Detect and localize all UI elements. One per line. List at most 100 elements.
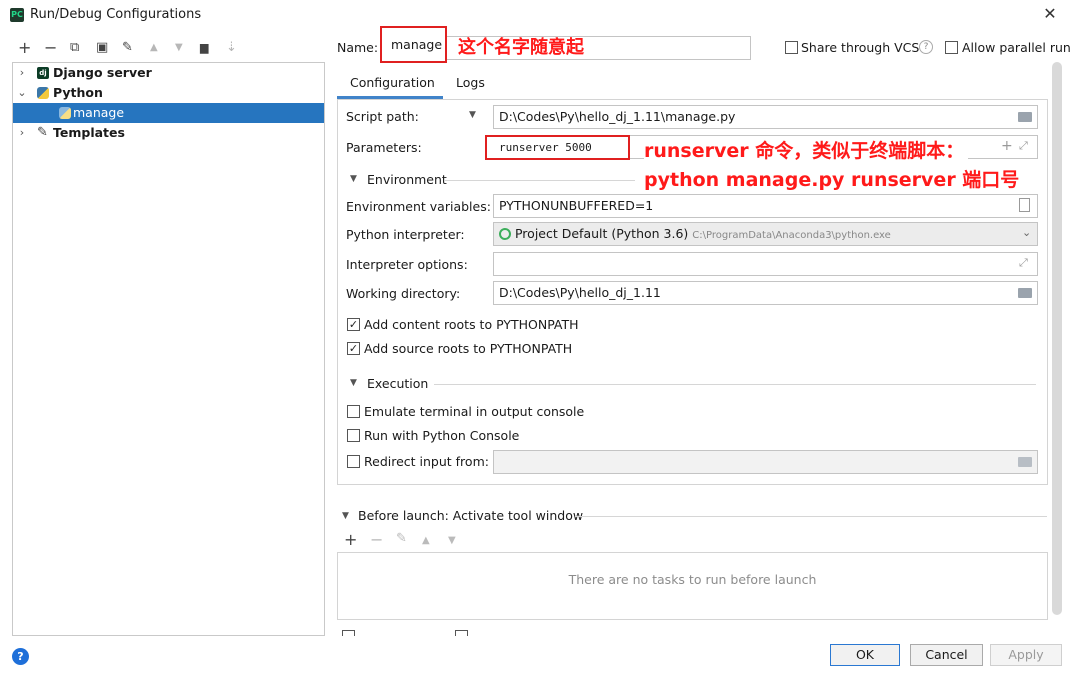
- source-roots-label: Add source roots to PYTHONPATH: [364, 341, 573, 356]
- collapse-before-launch-icon[interactable]: ▼: [342, 511, 349, 521]
- window-title: Run/Debug Configurations: [30, 7, 202, 22]
- interpreter-value: Project Default (Python 3.6): [514, 226, 689, 241]
- content-roots-checkbox[interactable]: ✓: [347, 318, 360, 331]
- help-icon[interactable]: ?: [919, 40, 933, 54]
- collapse-execution-icon[interactable]: ▼: [350, 378, 357, 388]
- python-file-icon: [59, 107, 71, 119]
- tab-logs[interactable]: Logs: [456, 75, 485, 90]
- python-interpreter-label: Python interpreter:: [346, 227, 465, 242]
- browse-folder-icon: [1018, 457, 1032, 467]
- parameters-label: Parameters:: [346, 140, 422, 155]
- scrollbar-thumb[interactable]: [1052, 62, 1062, 615]
- allow-parallel-checkbox[interactable]: [945, 41, 958, 54]
- new-folder-icon[interactable]: ▆: [200, 38, 208, 58]
- interpreter-options-label: Interpreter options:: [346, 257, 468, 272]
- tree-item-label: Django server: [53, 65, 152, 80]
- tab-configuration[interactable]: Configuration: [350, 75, 435, 90]
- tree-item-django-server[interactable]: › dj Django server: [13, 63, 324, 83]
- collapse-environment-icon[interactable]: ▼: [350, 174, 357, 184]
- redirect-input-checkbox[interactable]: [347, 455, 360, 468]
- tree-item-manage[interactable]: manage: [13, 103, 324, 123]
- parameters-annotation-line1: runserver 命令，类似于终端脚本：: [644, 136, 969, 163]
- tree-item-templates[interactable]: › ✎ Templates: [13, 123, 324, 143]
- remove-task-icon[interactable]: −: [370, 530, 383, 549]
- content-roots-label: Add content roots to PYTHONPATH: [364, 317, 579, 332]
- help-circle-icon[interactable]: ?: [12, 648, 29, 665]
- sort-icon[interactable]: ⇣: [226, 38, 237, 58]
- add-task-icon[interactable]: +: [344, 530, 357, 549]
- before-launch-title: Before launch: Activate tool window: [358, 508, 584, 523]
- copy-configuration-icon[interactable]: ⧉: [70, 38, 79, 58]
- name-label: Name:: [337, 40, 379, 55]
- script-path-label: Script path:: [346, 109, 419, 124]
- tree-item-label: Python: [53, 85, 103, 100]
- share-vcs-label: Share through VCS: [801, 40, 920, 55]
- env-vars-input[interactable]: PYTHONUNBUFFERED=1: [493, 194, 1038, 218]
- save-configuration-icon[interactable]: ▣: [96, 38, 108, 58]
- redirect-input-field: [493, 450, 1038, 474]
- script-path-input[interactable]: D:\Codes\Py\hello_dj_1.11\manage.py: [493, 105, 1038, 129]
- allow-parallel-label: Allow parallel run: [962, 40, 1071, 55]
- emulate-terminal-checkbox[interactable]: [347, 405, 360, 418]
- tree-item-python[interactable]: ⌄ Python: [13, 83, 324, 103]
- parameters-value: runserver 5000: [499, 141, 592, 154]
- expand-arrows-icon[interactable]: ⤢: [1019, 256, 1028, 270]
- chevron-right-icon[interactable]: ›: [16, 63, 28, 83]
- pycharm-logo-icon: PC: [10, 8, 24, 22]
- browse-folder-icon[interactable]: [1018, 112, 1032, 122]
- remove-configuration-icon[interactable]: −: [44, 38, 57, 58]
- ok-button[interactable]: OK: [830, 644, 900, 666]
- name-highlight-box: manage: [380, 26, 447, 63]
- parameters-highlight-box: runserver 5000: [485, 135, 630, 160]
- environment-section-title: Environment: [367, 172, 447, 187]
- working-directory-input[interactable]: D:\Codes\Py\hello_dj_1.11: [493, 281, 1038, 305]
- python-icon: [37, 87, 49, 99]
- wrench-icon: ✎: [37, 125, 48, 140]
- edit-task-icon[interactable]: ✎: [396, 531, 407, 546]
- env-vars-label: Environment variables:: [346, 199, 491, 214]
- env-vars-value: PYTHONUNBUFFERED=1: [499, 198, 654, 213]
- script-path-value: D:\Codes\Py\hello_dj_1.11\manage.py: [499, 109, 736, 124]
- interpreter-status-icon: [499, 228, 511, 240]
- working-directory-value: D:\Codes\Py\hello_dj_1.11: [499, 285, 661, 300]
- execution-separator: [434, 384, 1036, 385]
- execution-section-title: Execution: [367, 376, 429, 391]
- before-launch-empty-text: There are no tasks to run before launch: [568, 572, 817, 587]
- working-directory-label: Working directory:: [346, 286, 461, 301]
- script-dropdown-icon[interactable]: ▼: [469, 110, 476, 120]
- source-roots-checkbox[interactable]: ✓: [347, 342, 360, 355]
- cancel-button[interactable]: Cancel: [910, 644, 983, 666]
- move-task-up-icon[interactable]: ▲: [422, 535, 430, 546]
- expand-arrows-icon[interactable]: ⤢: [1019, 139, 1028, 153]
- interpreter-options-input[interactable]: [493, 252, 1038, 276]
- move-down-icon[interactable]: ▼: [175, 38, 183, 58]
- configuration-tree[interactable]: › dj Django server ⌄ Python manage › ✎ T…: [12, 62, 325, 636]
- python-console-checkbox[interactable]: [347, 429, 360, 442]
- python-interpreter-select[interactable]: Project Default (Python 3.6) C:\ProgramD…: [493, 222, 1038, 246]
- edit-env-vars-icon[interactable]: [1019, 198, 1030, 212]
- apply-button[interactable]: Apply: [990, 644, 1062, 666]
- move-up-icon[interactable]: ▲: [150, 38, 158, 58]
- close-icon[interactable]: ✕: [1040, 4, 1060, 24]
- parameters-annotation-line2: python manage.py runserver 端口号: [644, 169, 1020, 191]
- chevron-down-icon[interactable]: ⌄: [16, 83, 28, 103]
- browse-folder-icon[interactable]: [1018, 288, 1032, 298]
- clipped-row: [342, 630, 642, 636]
- edit-defaults-wrench-icon[interactable]: ✎: [122, 38, 133, 58]
- chevron-down-icon[interactable]: ⌄: [1022, 226, 1031, 239]
- before-launch-separator: [575, 516, 1047, 517]
- name-annotation: 这个名字随意起: [458, 37, 584, 58]
- django-icon: dj: [37, 67, 49, 79]
- python-console-label: Run with Python Console: [364, 428, 520, 443]
- tree-item-label: Templates: [53, 125, 125, 140]
- share-vcs-checkbox[interactable]: [785, 41, 798, 54]
- environment-separator: [445, 180, 635, 181]
- name-value: manage: [391, 37, 443, 52]
- tree-item-label: manage: [73, 105, 125, 120]
- add-configuration-icon[interactable]: +: [18, 38, 31, 58]
- move-task-down-icon[interactable]: ▼: [448, 535, 456, 546]
- chevron-right-icon[interactable]: ›: [16, 123, 28, 143]
- expand-plus-icon[interactable]: +: [1001, 138, 1013, 154]
- emulate-terminal-label: Emulate terminal in output console: [364, 404, 585, 419]
- redirect-input-label: Redirect input from:: [364, 454, 489, 469]
